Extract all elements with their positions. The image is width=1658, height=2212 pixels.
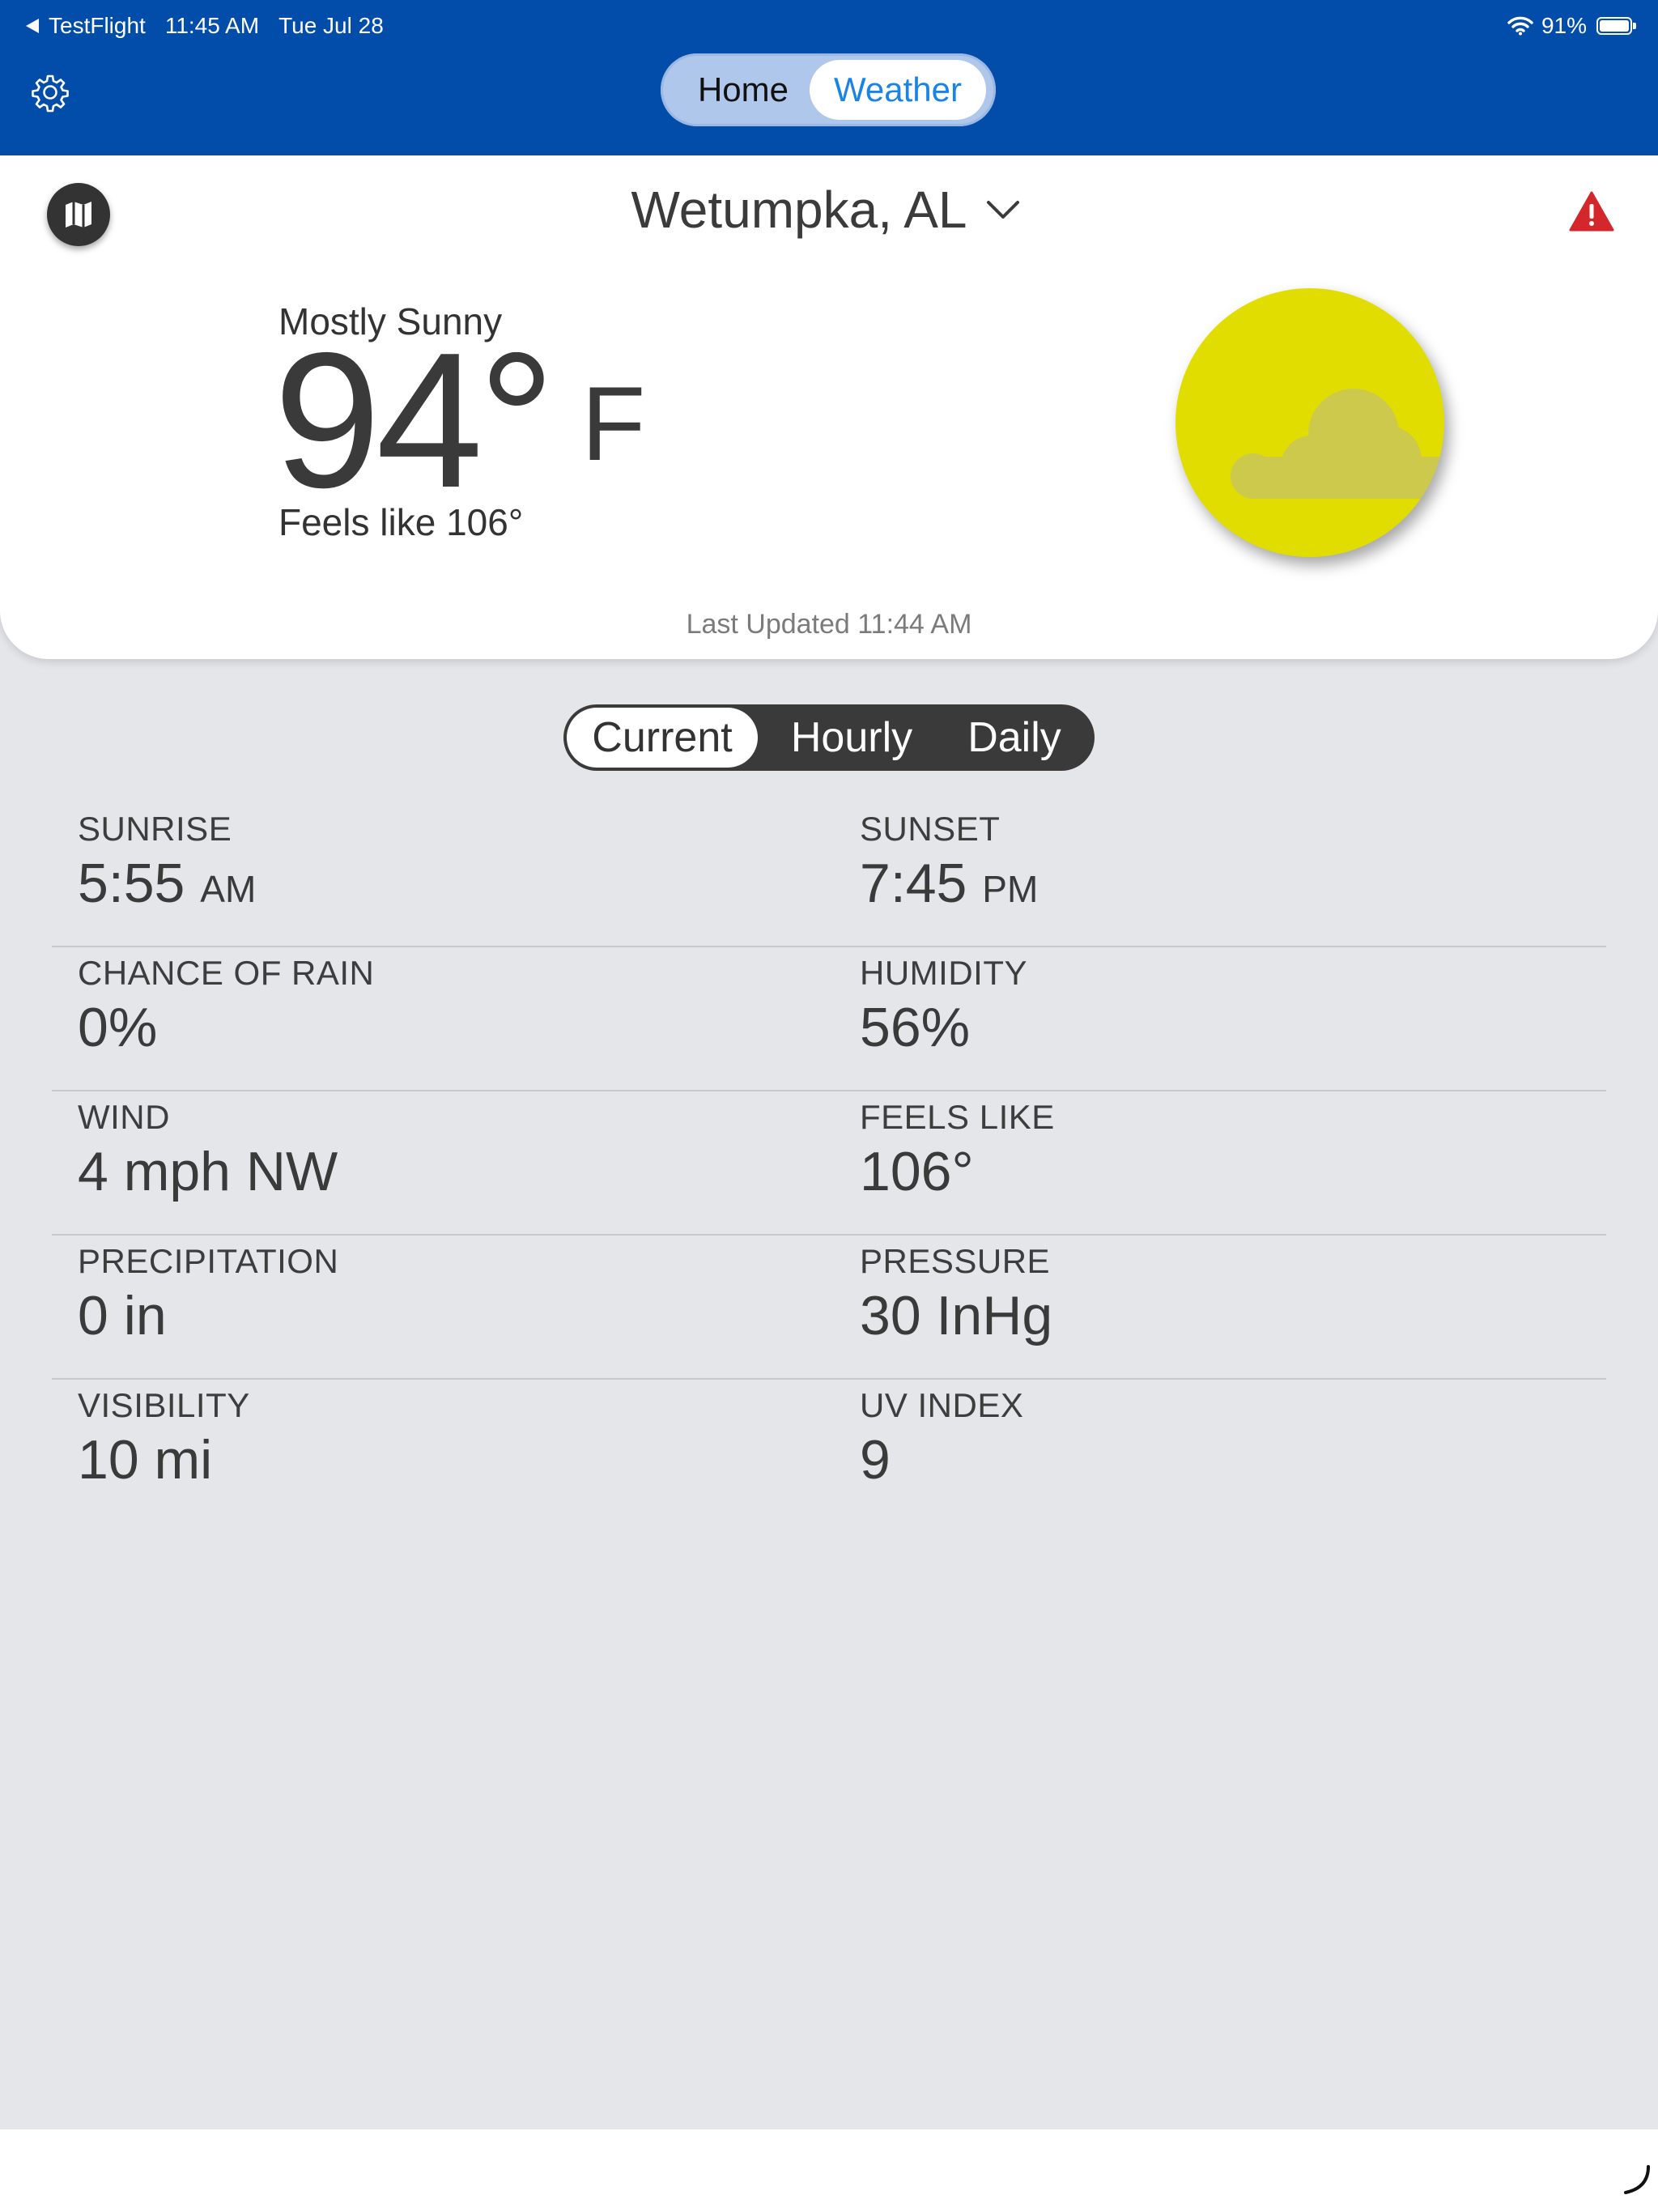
gear-icon[interactable] [29,71,71,113]
alert-icon[interactable] [1569,191,1614,232]
segment-daily[interactable]: Daily [939,708,1090,768]
stat-label: PRESSURE [860,1242,1051,1280]
stat-label: CHANCE OF RAIN [78,954,375,992]
wifi-icon [1507,16,1533,36]
battery-icon [1596,17,1636,35]
status-time: 11:45 AM [164,13,260,38]
back-arrow-icon[interactable] [26,19,39,33]
location-name: Wetumpka, AL [631,181,967,239]
stat-visibility: VISIBILITY 10 mi [78,1386,250,1491]
sunset-ampm: PM [982,868,1039,910]
feels-like-text: Feels like 106° [278,501,524,543]
stat-label: WIND [78,1098,170,1136]
status-date: Tue Jul 28 [278,13,384,38]
stat-label: VISIBILITY [78,1386,250,1424]
stat-sunset: SUNSET 7:45 PM [860,810,1038,915]
segment-current[interactable]: Current [567,708,758,768]
stats-row: CHANCE OF RAIN 0% HUMIDITY 56% [52,947,1606,1091]
resize-handle-icon[interactable] [1619,2163,1652,2196]
stat-label: HUMIDITY [860,954,1027,992]
battery-percent: 91% [1541,13,1587,38]
stat-label: SUNSET [860,810,1001,848]
stat-pressure: PRESSURE 30 InHg [860,1242,1052,1347]
temperature-value: 94° [274,313,555,528]
home-weather-switch: Home Weather [661,53,996,126]
stat-value: 56% [860,997,971,1058]
stats-row: VISIBILITY 10 mi UV INDEX 9 [52,1380,1606,1522]
stats-row: SUNRISE 5:55 AM SUNSET 7:45 PM [52,803,1606,947]
stat-label: UV INDEX [860,1386,1024,1424]
stat-value: 7:45 PM [860,852,1038,915]
sunrise-ampm: AM [200,868,257,910]
stat-label: FEELS LIKE [860,1098,1055,1136]
stat-sunrise: SUNRISE 5:55 AM [78,810,256,915]
stat-chance-of-rain: CHANCE OF RAIN 0% [78,954,374,1059]
map-button[interactable] [47,183,110,246]
stat-value: 10 mi [78,1429,213,1491]
last-updated-text: Last Updated 11:44 AM [686,609,972,640]
stat-value: 4 mph NW [78,1141,338,1202]
stat-value: 106° [860,1141,974,1202]
location-selector[interactable]: Wetumpka, AL [567,180,1085,240]
weather-stats-grid: SUNRISE 5:55 AM SUNSET 7:45 PM CHANCE OF… [52,803,1606,1522]
tab-weather[interactable]: Weather [810,60,986,120]
tab-home[interactable]: Home [670,60,816,120]
stat-value: 0 in [78,1285,167,1346]
back-app-label[interactable]: TestFlight [49,13,146,39]
stat-humidity: HUMIDITY 56% [860,954,1027,1059]
top-bar: TestFlight 11:45 AM Tue Jul 28 91% Home … [0,0,1658,155]
stats-row: WIND 4 mph NW FEELS LIKE 106° [52,1091,1606,1236]
forecast-segmented-control: Current Hourly Daily [563,704,1095,771]
stat-value: 9 [860,1429,891,1491]
chevron-down-icon [986,201,1019,219]
stat-label: PRECIPITATION [78,1242,339,1280]
stats-row: PRECIPITATION 0 in PRESSURE 30 InHg [52,1236,1606,1380]
stat-label: SUNRISE [78,810,232,848]
temperature-unit: F [581,364,646,483]
segment-hourly[interactable]: Hourly [772,708,931,768]
stat-wind: WIND 4 mph NW [78,1098,338,1203]
stat-value: 30 InHg [860,1285,1053,1346]
map-icon [66,202,91,228]
status-bar-left: TestFlight 11:45 AM Tue Jul 28 [26,11,403,40]
sunset-time: 7:45 [860,853,967,914]
status-bar-right: 91% [1507,11,1636,40]
stat-uv-index: UV INDEX 9 [860,1386,1023,1491]
stat-feels-like: FEELS LIKE 106° [860,1098,1055,1203]
stat-value: 5:55 AM [78,852,256,915]
stat-value: 0% [78,997,158,1058]
stat-precipitation: PRECIPITATION 0 in [78,1242,338,1347]
bottom-bar [0,2129,1658,2212]
partly-cloudy-icon [1175,288,1444,557]
sunrise-time: 5:55 [78,853,185,914]
